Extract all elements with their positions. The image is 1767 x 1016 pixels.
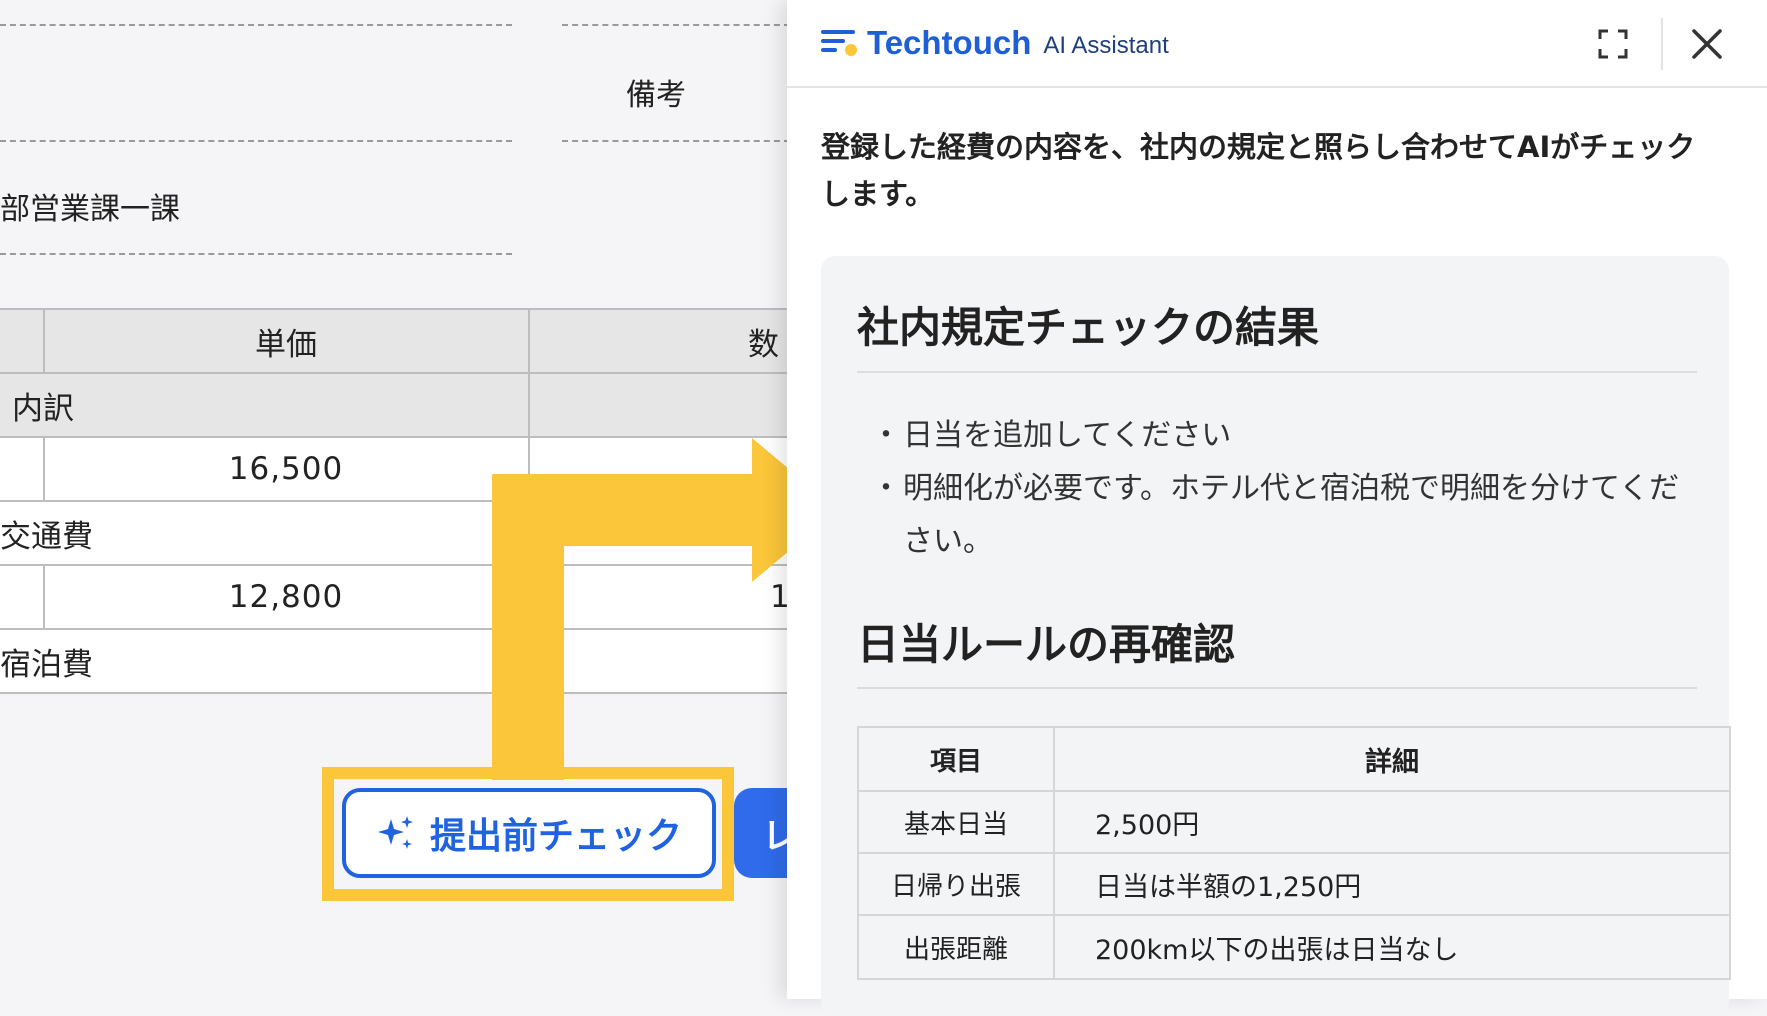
submit-check-button[interactable]: 提出前チェック [342, 788, 716, 878]
header-divider [1661, 18, 1663, 70]
expand-icon[interactable] [1597, 28, 1629, 60]
table-row: 日帰り出張 日当は半額の1,250円 [859, 854, 1729, 916]
rules-table-header: 項目 詳細 [859, 728, 1729, 792]
section-title-check-result: 社内規定チェックの結果 [857, 303, 1320, 352]
table-row: 基本日当 2,500円 [859, 792, 1729, 854]
check-result-card: 社内規定チェックの結果 ・ 日当を追加してください ・ 明細化が必要です。ホテル… [821, 256, 1731, 1016]
close-icon[interactable] [1689, 26, 1725, 62]
intro-text: 登録した経費の内容を、社内の規定と照らし合わせてAIがチェックします。 [821, 130, 1696, 211]
section-rule [857, 687, 1697, 689]
submit-check-label: 提出前チェック [429, 816, 682, 857]
panel-header: Techtouch AI Assistant [787, 0, 1767, 88]
section-rule [857, 371, 1697, 373]
brand-subtitle: AI Assistant [1043, 32, 1169, 59]
section-title-daily-allowance: 日当ルールの再確認 [857, 620, 1236, 669]
brand-logo: Techtouch AI Assistant [821, 24, 1169, 62]
techtouch-logo-icon [821, 30, 857, 56]
brand-name: Techtouch [867, 24, 1032, 61]
sparkle-icon [377, 816, 413, 849]
rules-table: 項目 詳細 基本日当 2,500円 日帰り出張 日当は半額の1,250円 出張距… [857, 726, 1731, 980]
table-row: 出張距離 200km以下の出張は日当なし [859, 916, 1729, 978]
ai-assistant-panel: Techtouch AI Assistant 登録した経費の内容を、社内の規定と… [787, 0, 1767, 1016]
